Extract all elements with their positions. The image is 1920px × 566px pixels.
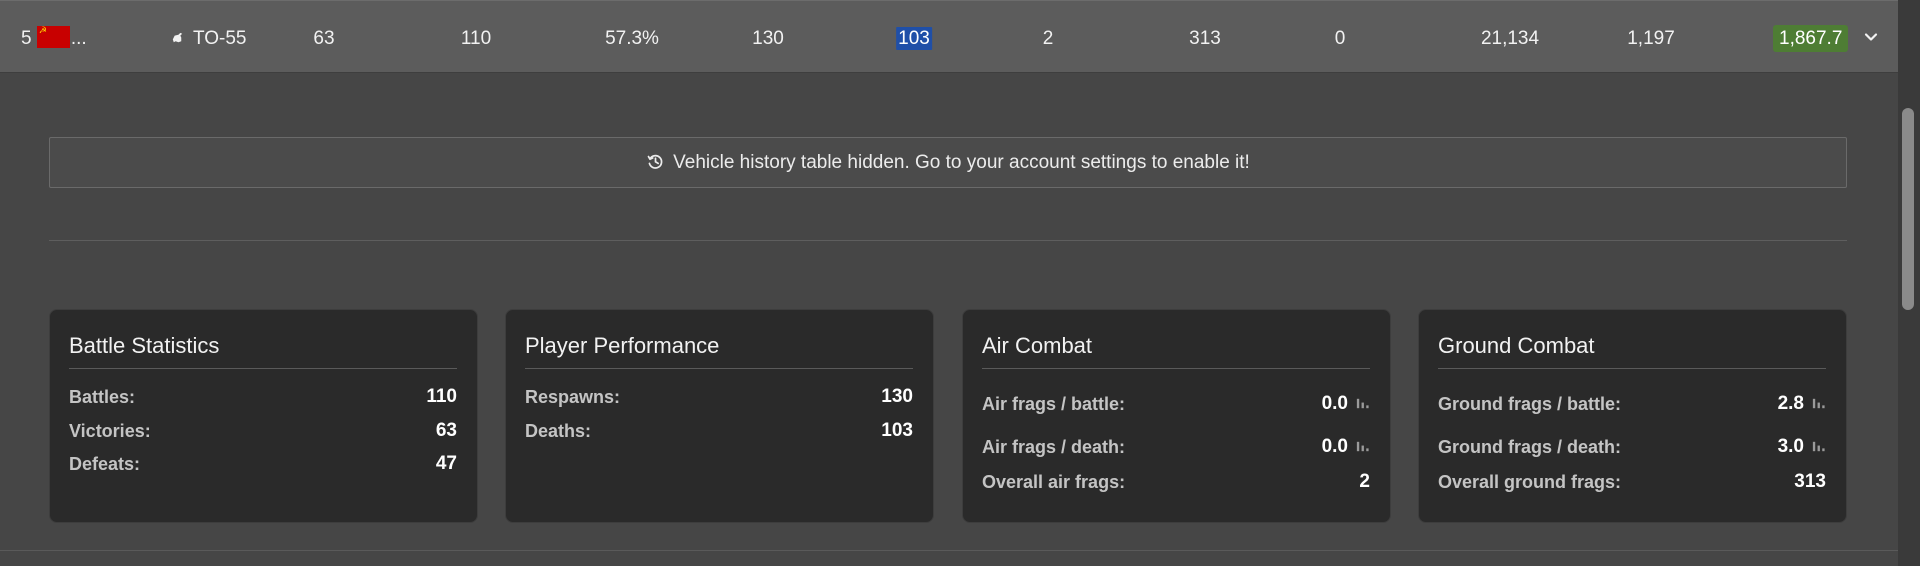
bar-chart-icon[interactable] — [1811, 396, 1826, 411]
stat-label: Overall ground frags: — [1438, 472, 1622, 492]
tank-icon — [172, 32, 183, 43]
card-title: Battle Statistics — [69, 333, 220, 358]
card-title: Player Performance — [525, 333, 720, 358]
vehicle-row[interactable]: 5 ... TO-55 63 110 57.3% 130 103 2 313 0… — [0, 0, 1898, 73]
card-divider — [982, 368, 1370, 369]
stat-value: 0.0 — [1321, 436, 1348, 457]
history-hidden-notice: Vehicle history table hidden. Go to your… — [49, 137, 1847, 188]
stat-row-deaths: Deaths: 103 — [525, 420, 913, 442]
stat-value: 103 — [881, 420, 913, 441]
stat-value: 47 — [435, 453, 457, 474]
stat-row-defeats: Defeats: 47 — [69, 453, 457, 475]
cell-col11: 1,867.7 — [1773, 1, 1849, 74]
stat-value: 110 — [426, 386, 457, 407]
rank-cell: 5 ... — [21, 1, 87, 74]
stat-row-ground-frags-battle: Ground frags / battle: 2.8 — [1438, 393, 1826, 415]
highlighted-value: 103 — [896, 27, 932, 50]
scrollbar-thumb[interactable] — [1902, 108, 1914, 310]
vehicle-cell[interactable]: TO-55 — [170, 1, 247, 74]
bottom-divider — [0, 550, 1898, 551]
cell-col6: 2 — [1042, 28, 1054, 49]
player-performance-card: Player Performance Respawns: 130 Deaths:… — [505, 309, 934, 523]
rating-badge: 1,867.7 — [1773, 25, 1849, 52]
stat-row-air-frags-battle: Air frags / battle: 0.0 — [982, 393, 1370, 415]
stat-row-respawns: Respawns: 130 — [525, 386, 913, 408]
bar-chart-icon[interactable] — [1355, 396, 1370, 411]
chevron-down-icon — [1864, 33, 1878, 42]
cell-col7: 313 — [1189, 28, 1221, 49]
stat-label: Respawns: — [525, 387, 621, 407]
card-title: Ground Combat — [1438, 333, 1595, 358]
stat-label: Defeats: — [69, 454, 141, 474]
card-title: Air Combat — [982, 333, 1093, 358]
stat-value: 0.0 — [1321, 393, 1348, 414]
cell-col1: 63 — [313, 28, 335, 49]
section-divider — [49, 240, 1847, 241]
stat-label: Ground frags / death: — [1438, 437, 1622, 457]
stat-value: 2.8 — [1777, 393, 1804, 414]
stat-value: 2 — [1359, 471, 1370, 492]
ussr-flag-icon — [36, 25, 70, 48]
stat-label: Battles: — [69, 387, 136, 407]
card-divider — [69, 368, 457, 369]
stat-value: 130 — [881, 386, 913, 407]
notice-text: Vehicle history table hidden. Go to your… — [673, 152, 1250, 173]
history-icon — [647, 154, 663, 169]
stat-value: 313 — [1794, 471, 1826, 492]
cell-col2: 110 — [460, 28, 492, 49]
cell-col10: 1,197 — [1627, 28, 1675, 49]
nation-ellipsis: ... — [70, 28, 87, 49]
stat-label: Victories: — [69, 421, 151, 441]
card-divider — [1438, 368, 1826, 369]
card-divider — [525, 368, 913, 369]
cell-col9: 21,134 — [1480, 28, 1540, 49]
air-combat-card: Air Combat Air frags / battle: 0.0 Air f… — [962, 309, 1391, 523]
bar-chart-icon[interactable] — [1355, 439, 1370, 454]
stat-value: 63 — [435, 420, 457, 441]
cell-col4: 130 — [752, 28, 784, 49]
stat-label: Ground frags / battle: — [1438, 394, 1622, 414]
stat-row-ground-frags-death: Ground frags / death: 3.0 — [1438, 436, 1826, 458]
stat-row-overall-ground-frags: Overall ground frags: 313 — [1438, 471, 1826, 493]
stat-row-air-frags-death: Air frags / death: 0.0 — [982, 436, 1370, 458]
vehicle-name: TO-55 — [193, 28, 247, 49]
cell-col8: 0 — [1334, 28, 1346, 49]
stat-row-battles: Battles: 110 — [69, 386, 457, 408]
stat-label: Overall air frags: — [982, 472, 1126, 492]
stat-row-overall-air-frags: Overall air frags: 2 — [982, 471, 1370, 493]
bar-chart-icon[interactable] — [1811, 439, 1826, 454]
expand-toggle[interactable] — [1862, 1, 1880, 74]
rank-value: 5 — [21, 28, 32, 49]
stat-label: Air frags / battle: — [982, 394, 1126, 414]
battle-statistics-card: Battle Statistics Battles: 110 Victories… — [49, 309, 478, 523]
stat-value: 3.0 — [1777, 436, 1804, 457]
stat-label: Air frags / death: — [982, 437, 1126, 457]
stat-row-victories: Victories: 63 — [69, 420, 457, 442]
cell-col3: 57.3% — [605, 28, 659, 49]
stat-label: Deaths: — [525, 421, 592, 441]
ground-combat-card: Ground Combat Ground frags / battle: 2.8… — [1418, 309, 1847, 523]
cell-col5: 103 — [896, 1, 932, 74]
